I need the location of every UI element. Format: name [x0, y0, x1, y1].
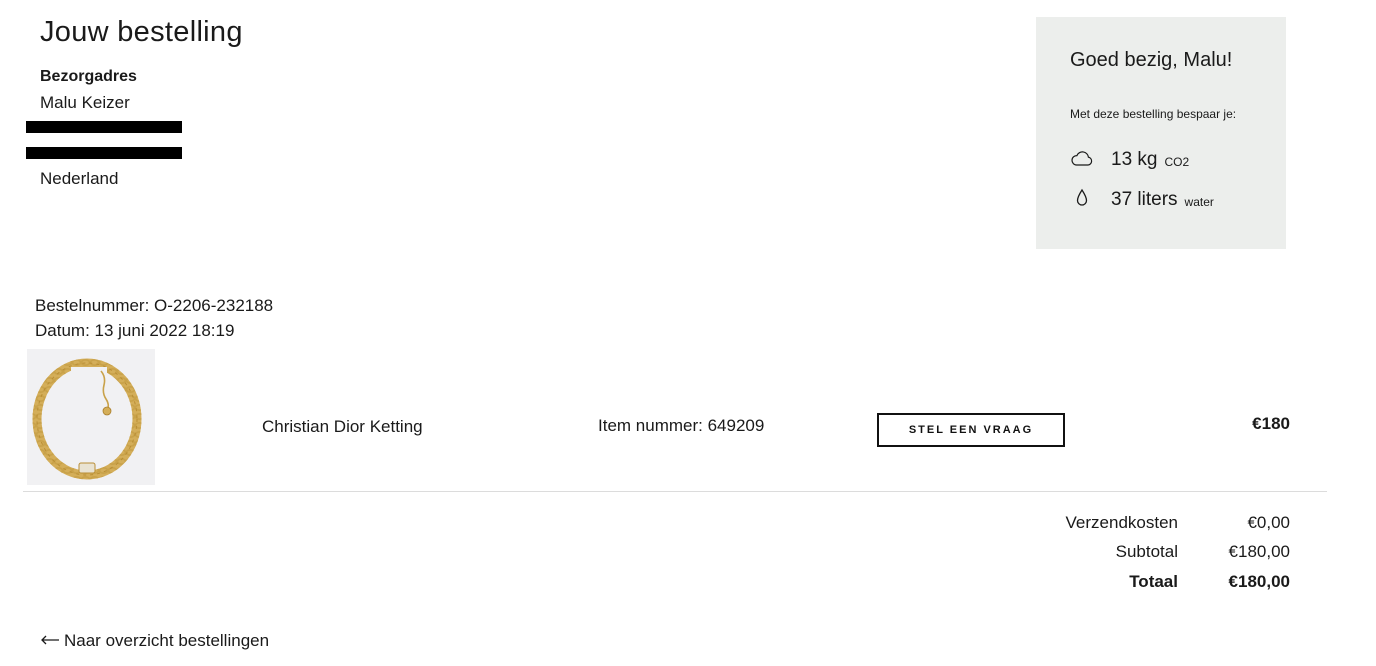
- co2-unit: CO2: [1164, 155, 1190, 169]
- subtotal-label: Subtotal: [1115, 542, 1178, 561]
- back-link-label: Naar overzicht bestellingen: [64, 631, 270, 650]
- order-date: Datum: 13 juni 2022 18:19: [35, 321, 235, 340]
- water-unit: water: [1184, 195, 1214, 209]
- water-saving-row: 37 liters water: [1070, 185, 1214, 215]
- co2-saving-row: 13 kg CO2: [1070, 145, 1189, 175]
- page-title: Jouw bestelling: [40, 16, 243, 48]
- savings-title: Goed bezig, Malu!: [1070, 49, 1233, 71]
- water-drop-icon: [1070, 186, 1094, 215]
- item-number: Item nummer: 649209: [598, 416, 765, 435]
- shipping-value: €0,00: [1247, 513, 1290, 532]
- subtotal-value: €180,00: [1228, 542, 1290, 561]
- arrow-left-icon: [40, 631, 60, 651]
- order-number: Bestelnummer: O-2206-232188: [35, 296, 274, 315]
- product-price: €180: [1252, 414, 1290, 433]
- delivery-address-heading: Bezorgadres: [40, 68, 137, 85]
- co2-value: 13 kg: [1111, 149, 1158, 170]
- delivery-address-name: Malu Keizer: [40, 93, 130, 112]
- total-label: Totaal: [1129, 572, 1178, 591]
- delivery-address-country: Nederland: [40, 169, 119, 188]
- cloud-icon: [1070, 146, 1094, 175]
- back-to-orders-link[interactable]: Naar overzicht bestellingen: [40, 631, 269, 651]
- redacted-street-line: [26, 121, 182, 133]
- product-image[interactable]: [27, 349, 155, 485]
- product-name[interactable]: Christian Dior Ketting: [262, 417, 423, 437]
- savings-panel: Goed bezig, Malu! Met deze bestelling be…: [1036, 17, 1286, 249]
- divider: [23, 491, 1327, 492]
- shipping-label: Verzendkosten: [1065, 513, 1178, 532]
- savings-subtitle: Met deze bestelling bespaar je:: [1070, 107, 1237, 121]
- gold-chain-necklace-icon: [32, 358, 142, 480]
- water-value: 37 liters: [1111, 189, 1178, 210]
- ask-question-button[interactable]: STEL EEN VRAAG: [877, 413, 1065, 447]
- redacted-postcode-line: [26, 147, 182, 159]
- total-value: €180,00: [1228, 572, 1290, 591]
